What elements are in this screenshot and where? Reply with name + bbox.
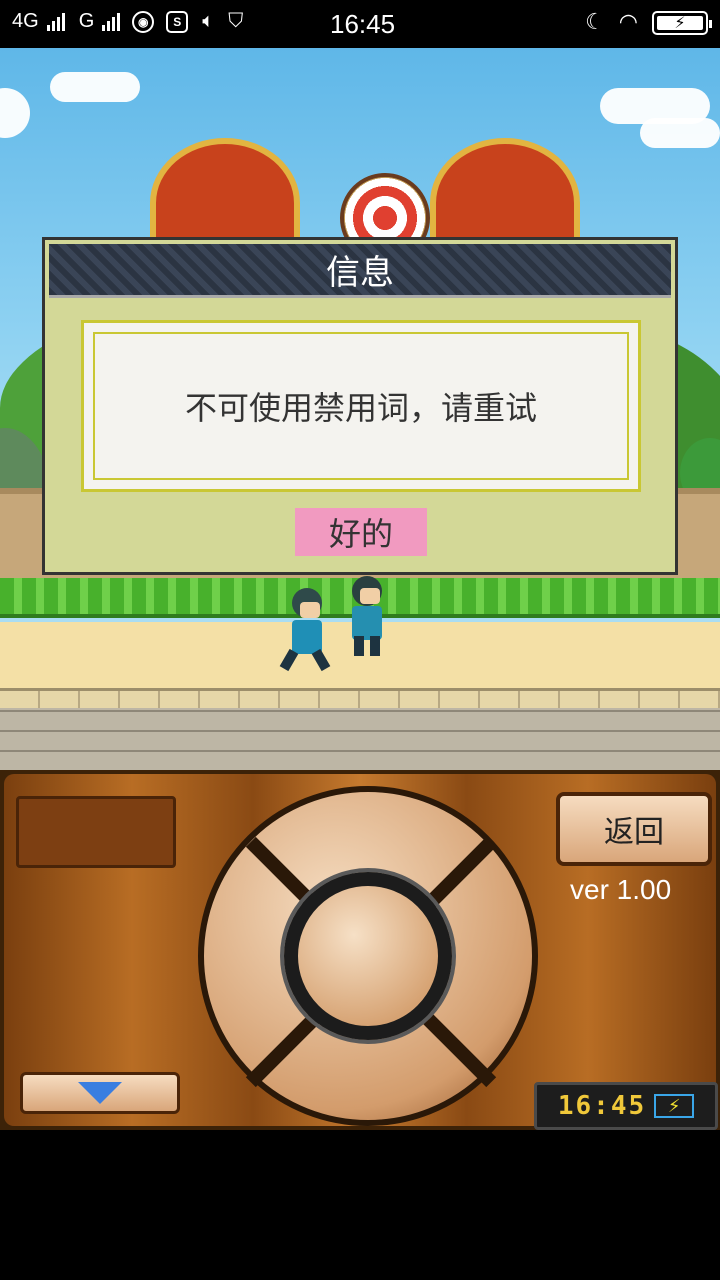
dialog-message: 不可使用禁用词，请重试 xyxy=(184,389,537,427)
clock-time: 16:45 xyxy=(557,1091,647,1121)
panel-clock: 16:45 ⚡ xyxy=(534,1082,718,1130)
signal-bars-icon xyxy=(46,12,65,31)
back-button[interactable]: 返回 xyxy=(556,792,712,866)
scroll-down-button[interactable] xyxy=(20,1072,180,1114)
dpad-down[interactable] xyxy=(304,1042,434,1112)
brick-wall xyxy=(0,708,720,770)
signal-bars-icon-2 xyxy=(102,12,121,31)
globe-icon: ◉ xyxy=(132,10,155,33)
dpad-right[interactable] xyxy=(454,892,524,1022)
volume-icon: 🔈︎ xyxy=(202,10,215,32)
control-panel: 返回 ver 1.00 16:45 ⚡ xyxy=(0,770,720,1130)
dpad-center-button[interactable] xyxy=(284,872,452,1040)
network-4g-label: 4G xyxy=(12,10,39,32)
status-time: 16:45 xyxy=(330,9,396,39)
battery-icon: ⚡ xyxy=(652,10,712,35)
character-sprite-2 xyxy=(344,576,394,666)
info-dialog: 信息 不可使用禁用词，请重试 好的 xyxy=(42,237,678,575)
cloud-decoration xyxy=(50,72,140,102)
triangle-down-icon xyxy=(78,1082,122,1104)
status-left: 4G G ◉ S 🔈︎ ⛉ xyxy=(12,10,243,33)
moon-icon: ☾ xyxy=(585,10,605,35)
battery-charging-icon: ⚡ xyxy=(654,1094,695,1118)
version-label: ver 1.00 xyxy=(570,874,672,905)
cloud-decoration xyxy=(640,118,720,148)
shield-icon: ⛉ xyxy=(228,10,244,32)
network-g-label: G xyxy=(78,10,95,32)
s-icon: S xyxy=(166,10,189,33)
dialog-message-box: 不可使用禁用词，请重试 xyxy=(81,320,641,492)
wifi-icon: ◠ xyxy=(618,10,638,35)
dpad-up[interactable] xyxy=(304,802,434,872)
cloud-decoration xyxy=(0,88,30,138)
status-bar: 4G G ◉ S 🔈︎ ⛉ 16:45 ☾ ◠ ⚡ xyxy=(0,0,720,48)
dpad-left[interactable] xyxy=(214,892,284,1022)
panel-display-box xyxy=(16,796,176,868)
control-panel-inner: 返回 ver 1.00 16:45 ⚡ xyxy=(4,774,718,1130)
dialog-header: 信息 xyxy=(49,244,671,298)
dialog-title: 信息 xyxy=(326,253,394,293)
status-right: ☾ ◠ ⚡ xyxy=(585,10,712,35)
ok-button[interactable]: 好的 xyxy=(295,508,427,556)
character-sprite-1 xyxy=(279,588,340,678)
dpad-controller[interactable] xyxy=(198,786,538,1126)
